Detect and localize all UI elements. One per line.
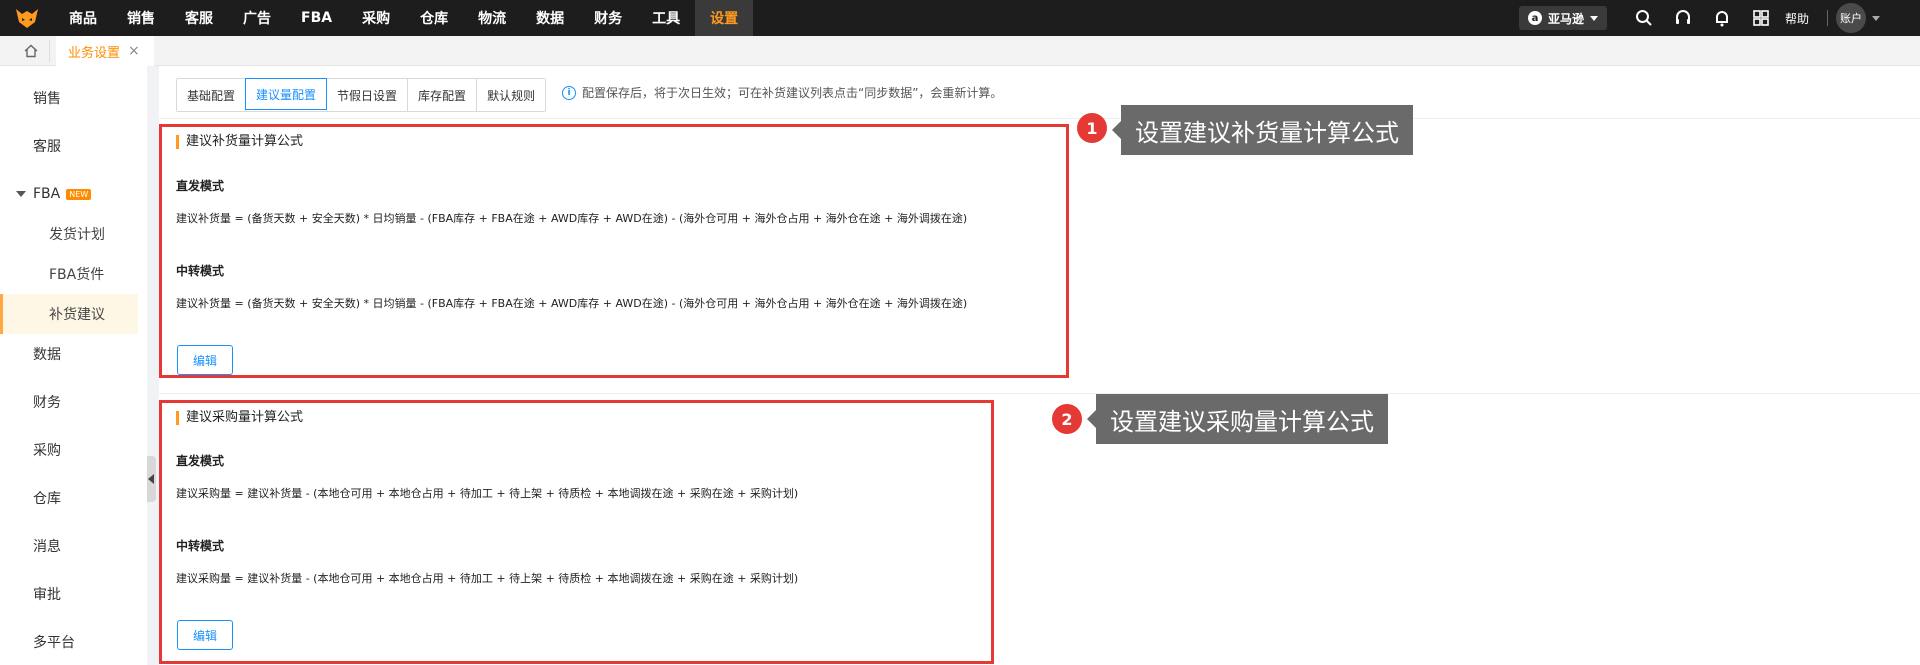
sidebar-item-finance[interactable]: 财务 <box>0 382 138 422</box>
page-tab-bar: 业务设置 × <box>0 36 1920 66</box>
sidebar-item-fba[interactable]: FBA NEW <box>0 174 138 214</box>
nav-item-fba[interactable]: FBA <box>286 0 347 36</box>
nav-item-settings[interactable]: 设置 <box>695 0 754 36</box>
section-divider <box>159 393 1920 394</box>
sidebar-item-label: 数据 <box>33 347 61 363</box>
highlight-box-purchase <box>159 400 994 664</box>
config-notice: i 配置保存后，将于次日生效；可在补货建议列表点击“同步数据”，会重新计算。 <box>562 84 1002 101</box>
sidebar-item-approval[interactable]: 审批 <box>0 574 138 614</box>
new-badge: NEW <box>66 188 92 200</box>
nav-item-warehouse[interactable]: 仓库 <box>405 0 463 36</box>
sidebar-item-multiplatform[interactable]: 多平台 <box>0 622 138 662</box>
nav-item-ads[interactable]: 广告 <box>228 0 286 36</box>
app-logo-icon[interactable] <box>0 0 54 36</box>
sidebar-item-sales[interactable]: 销售 <box>0 78 138 118</box>
nav-item-sales[interactable]: 销售 <box>112 0 170 36</box>
account-menu[interactable]: 账户 <box>1836 3 1920 33</box>
annotation-callout-1: 设置建议补货量计算公式 <box>1112 105 1413 155</box>
tab-inventory-config[interactable]: 库存配置 <box>408 79 478 111</box>
close-icon[interactable]: × <box>128 43 140 59</box>
nav-divider <box>1827 10 1828 26</box>
highlight-box-replenishment <box>159 124 1069 378</box>
tab-label: 业务设置 <box>68 45 121 61</box>
info-icon: i <box>562 85 576 100</box>
expand-arrow-icon <box>16 191 26 197</box>
sidebar-item-service[interactable]: 客服 <box>0 126 138 166</box>
help-link[interactable]: 帮助 <box>1781 10 1819 27</box>
home-tab[interactable] <box>12 40 50 62</box>
search-icon[interactable] <box>1625 0 1664 36</box>
sidebar-item-label: 销售 <box>33 91 61 107</box>
nav-item-data[interactable]: 数据 <box>521 0 579 36</box>
sidebar-item-fba-shipments[interactable]: FBA货件 <box>0 254 138 294</box>
sidebar-item-messages[interactable]: 消息 <box>0 526 138 566</box>
chevron-down-icon <box>1589 15 1598 21</box>
nav-item-products[interactable]: 商品 <box>54 0 112 36</box>
headset-icon[interactable] <box>1664 0 1703 36</box>
annotation-callout-2: 设置建议采购量计算公式 <box>1087 394 1388 444</box>
tab-holiday-settings[interactable]: 节假日设置 <box>327 79 409 111</box>
sidebar-item-label: 消息 <box>33 539 61 555</box>
tab-basic-config[interactable]: 基础配置 <box>177 79 247 111</box>
nav-item-tools[interactable]: 工具 <box>637 0 695 36</box>
tab-suggestion-config[interactable]: 建议量配置 <box>245 78 328 110</box>
home-icon <box>24 44 37 58</box>
top-navigation: 商品 销售 客服 广告 FBA 采购 仓库 物流 数据 财务 工具 设置 a 亚… <box>0 0 1920 36</box>
annotation-badge-2: 2 <box>1052 404 1082 434</box>
sidebar-item-label: 多平台 <box>33 635 75 651</box>
sidebar-item-label: 补货建议 <box>49 307 105 323</box>
tab-business-settings[interactable]: 业务设置 × <box>56 36 154 66</box>
account-avatar: 账户 <box>1836 3 1866 33</box>
nav-item-logistics[interactable]: 物流 <box>463 0 521 36</box>
config-tabs: 基础配置 建议量配置 节假日设置 库存配置 默认规则 <box>176 78 547 112</box>
sidebar-item-label: 审批 <box>33 587 61 603</box>
sidebar-item-replenishment[interactable]: 补货建议 <box>0 294 138 334</box>
notice-text: 配置保存后，将于次日生效；可在补货建议列表点击“同步数据”，会重新计算。 <box>582 86 1003 100</box>
marketplace-selector[interactable]: a 亚马逊 <box>1518 6 1607 30</box>
apps-icon[interactable] <box>1742 0 1781 36</box>
sidebar-item-label: 发货计划 <box>49 227 105 243</box>
sidebar-item-label: 采购 <box>33 443 61 459</box>
sidebar-item-label: FBA货件 <box>49 267 105 283</box>
sidebar-item-label: 客服 <box>33 139 61 155</box>
bell-icon[interactable] <box>1703 0 1742 36</box>
sidebar-item-purchase[interactable]: 采购 <box>0 430 138 470</box>
sidebar: 销售 客服 FBA NEW 发货计划 FBA货件 补货建议 数据 财务 采购 仓… <box>0 66 147 665</box>
amazon-icon: a <box>1527 11 1542 25</box>
tab-default-rules[interactable]: 默认规则 <box>477 79 546 111</box>
sidebar-item-label: 财务 <box>33 395 61 411</box>
sidebar-item-label: FBA <box>33 186 61 202</box>
sidebar-collapse-handle[interactable] <box>147 456 156 502</box>
nav-item-finance[interactable]: 财务 <box>579 0 637 36</box>
sidebar-item-label: 仓库 <box>33 491 61 507</box>
nav-item-service[interactable]: 客服 <box>170 0 228 36</box>
chevron-down-icon <box>1872 15 1880 21</box>
sidebar-item-warehouse[interactable]: 仓库 <box>0 478 138 518</box>
section-divider <box>159 118 1920 119</box>
marketplace-label: 亚马逊 <box>1547 11 1584 26</box>
nav-right-group: a 亚马逊 帮助 账户 <box>1518 0 1920 36</box>
sidebar-item-shipment-plan[interactable]: 发货计划 <box>0 214 138 254</box>
sidebar-item-data[interactable]: 数据 <box>0 334 138 374</box>
nav-item-purchase[interactable]: 采购 <box>347 0 405 36</box>
collapse-arrow-icon <box>148 474 154 484</box>
annotation-badge-1: 1 <box>1077 113 1107 143</box>
